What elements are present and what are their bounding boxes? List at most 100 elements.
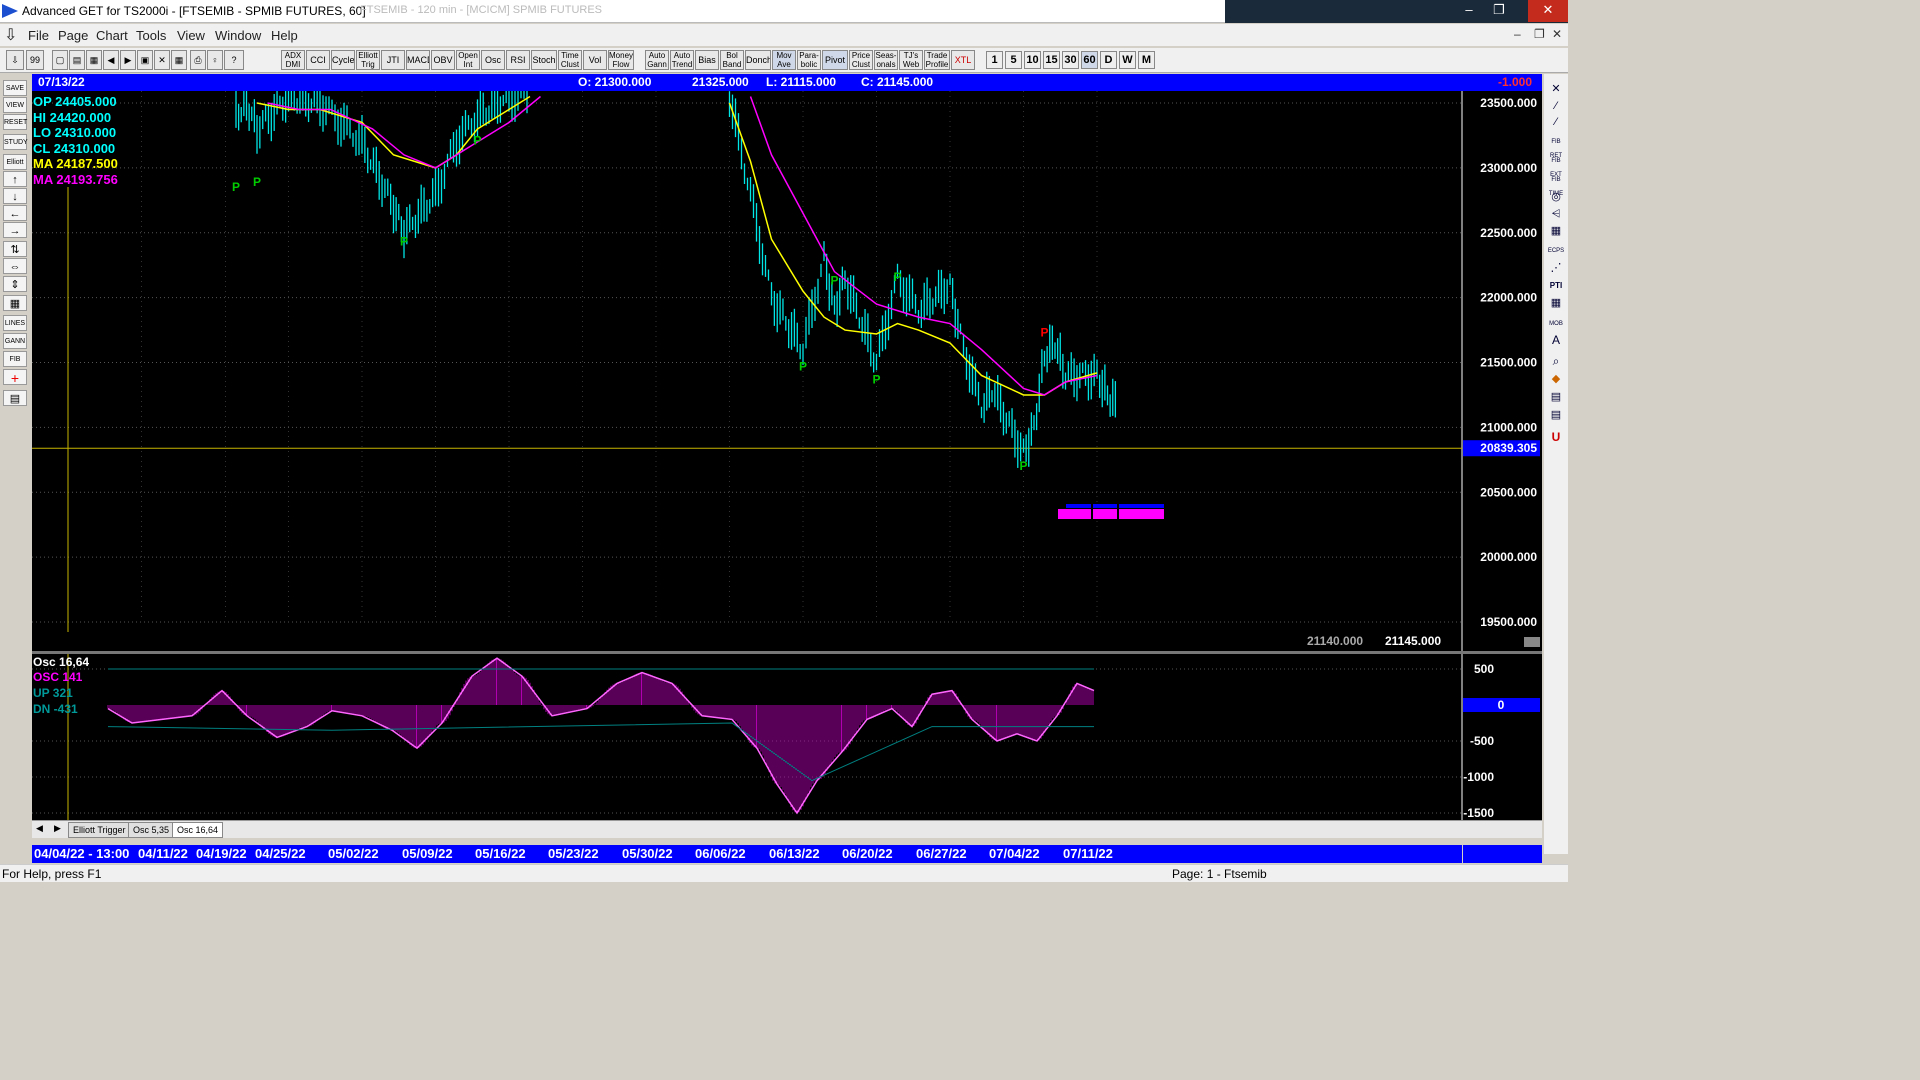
- close-button[interactable]: ✕: [1528, 0, 1568, 22]
- toolbar-time-clust-button[interactable]: Time Clust: [558, 50, 582, 70]
- toolbar-seasonals-button[interactable]: Seas-onals: [874, 50, 898, 70]
- toolbar-adx-dmi-button[interactable]: ADX DMI: [281, 50, 305, 70]
- toolbar-jti-button[interactable]: JTI: [381, 50, 405, 70]
- mdi-close-button[interactable]: ✕: [1552, 27, 1562, 41]
- layout-icon[interactable]: ▦: [86, 50, 102, 70]
- toolbar-rsi-button[interactable]: RSI: [506, 50, 530, 70]
- box-tool-icon[interactable]: ▦: [1547, 224, 1565, 238]
- study-tool-icon[interactable]: STUDY: [3, 134, 28, 150]
- mdi-restore-button[interactable]: ❐: [1534, 27, 1545, 41]
- menu-window[interactable]: Window: [215, 28, 261, 43]
- toolbar-osc-button[interactable]: Osc: [481, 50, 505, 70]
- toolbar-elliott-trig-button[interactable]: Elliott Trig: [356, 50, 380, 70]
- tab-prev-button[interactable]: ◀: [36, 823, 43, 834]
- timeframe-w-button[interactable]: W: [1119, 51, 1136, 69]
- toolbar-trade-profile-button[interactable]: Trade Profile: [924, 50, 950, 70]
- ecps-tool-icon[interactable]: ECPS: [1547, 244, 1565, 258]
- copy-icon[interactable]: ▤: [69, 50, 85, 70]
- tab-osc-5-35[interactable]: Osc 5,35: [128, 822, 175, 838]
- report-tool-icon[interactable]: ▤: [1547, 390, 1565, 404]
- reset-tool-icon[interactable]: RESET: [3, 114, 27, 130]
- arrow-right-icon[interactable]: →: [3, 222, 27, 238]
- menu-chart[interactable]: Chart: [96, 28, 128, 43]
- toolbar-auto-gann-button[interactable]: Auto Gann: [645, 50, 669, 70]
- delete-tool-icon[interactable]: ✕: [1547, 82, 1565, 96]
- grid-icon[interactable]: ▦: [171, 50, 187, 70]
- arrow-up-icon[interactable]: ↑: [3, 171, 27, 187]
- menu-page[interactable]: Page: [58, 28, 88, 43]
- scale-horizontal-icon[interactable]: ⇔: [3, 258, 27, 274]
- tab-osc-16-64[interactable]: Osc 16,64: [172, 822, 224, 838]
- new-page-icon[interactable]: ▢: [52, 50, 68, 70]
- fib-time-icon[interactable]: FIB TIME: [1547, 173, 1565, 197]
- timeframe-d-button[interactable]: D: [1100, 51, 1117, 69]
- toolbar-auto-trend-button[interactable]: Auto Trend: [670, 50, 694, 70]
- forward-icon[interactable]: ▶: [120, 50, 136, 70]
- pti-tool-icon[interactable]: PTI: [1547, 279, 1565, 293]
- back-icon[interactable]: ◀: [103, 50, 119, 70]
- timeframe-5-button[interactable]: 5: [1005, 51, 1022, 69]
- toolbar-bol-band-button[interactable]: Bol Band: [720, 50, 744, 70]
- menu-tools[interactable]: Tools: [136, 28, 166, 43]
- tab-elliott-trigger[interactable]: Elliott Trigger: [68, 822, 131, 838]
- save-tool-icon[interactable]: SAVE: [3, 80, 27, 96]
- minimize-button[interactable]: –: [1454, 0, 1484, 22]
- toolbar-obv-button[interactable]: OBV: [431, 50, 455, 70]
- menu-view[interactable]: View: [177, 28, 205, 43]
- toolbar-stoch-button[interactable]: Stoch: [531, 50, 557, 70]
- pointer-icon[interactable]: ⇩: [6, 50, 24, 70]
- toolbar-pivot-button[interactable]: Pivot: [822, 50, 848, 70]
- fib-ext-icon[interactable]: FIB EXT: [1547, 154, 1565, 178]
- toolbar-cci-button[interactable]: CCI: [306, 50, 330, 70]
- toolbar-parabolic-button[interactable]: Para-bolic: [797, 50, 821, 70]
- quote-icon[interactable]: 99: [26, 50, 44, 70]
- arrow-down-icon[interactable]: ↓: [3, 188, 27, 204]
- toolbar-price-clust-button[interactable]: Price Clust: [849, 50, 873, 70]
- toolbar-tjs-web-button[interactable]: TJ's Web: [899, 50, 923, 70]
- view-tool-icon[interactable]: VIEW: [3, 97, 27, 113]
- toolbar-xtl-button[interactable]: XTL: [951, 50, 975, 70]
- magnet-tool-icon[interactable]: U: [1547, 430, 1565, 444]
- pen-tool-icon[interactable]: ⁄: [1547, 115, 1565, 129]
- elliott-tool-icon[interactable]: Elliott: [3, 154, 27, 170]
- lines-tool-icon[interactable]: LINES: [3, 315, 27, 331]
- zoom-tool-icon[interactable]: ⌕: [1547, 354, 1565, 368]
- timeframe-15-button[interactable]: 15: [1043, 51, 1060, 69]
- scale-vertical-icon[interactable]: ⇅: [3, 241, 27, 257]
- toolbar-money-flow-button[interactable]: Money Flow: [608, 50, 634, 70]
- oscillator-pane[interactable]: 500 -500 -1000 -1500 0 Osc 16,64 OSC 141 UP …: [32, 654, 1542, 820]
- toolbar-mov-ave-button[interactable]: Mov Ave: [772, 50, 796, 70]
- trendline-icon[interactable]: ⁄: [1547, 99, 1565, 113]
- menu-file[interactable]: File: [28, 28, 49, 43]
- menu-help[interactable]: Help: [271, 28, 298, 43]
- fib-tool-icon[interactable]: FIB: [3, 351, 27, 367]
- toolbar-bias-button[interactable]: Bias: [695, 50, 719, 70]
- channel-tool-icon[interactable]: ⋰: [1547, 261, 1565, 275]
- toolbar-open-int-button[interactable]: Open Int: [456, 50, 480, 70]
- print-icon[interactable]: ⎙: [190, 50, 206, 70]
- arrow-left-icon[interactable]: ←: [3, 205, 27, 221]
- circle-tool-icon[interactable]: ◎: [1547, 190, 1565, 204]
- cancel-icon[interactable]: ✕: [154, 50, 170, 70]
- price-chart[interactable]: 23500.000 23000.000 22500.000 22000.000 2150…: [32, 91, 1542, 651]
- fan-tool-icon[interactable]: ⩤: [1547, 207, 1565, 221]
- window-icon[interactable]: ▣: [137, 50, 153, 70]
- notes-tool-icon[interactable]: ▤: [1547, 408, 1565, 422]
- timeframe-30-button[interactable]: 30: [1062, 51, 1079, 69]
- grid-tool-icon[interactable]: ▦: [3, 295, 27, 311]
- help-icon[interactable]: ?: [224, 50, 244, 70]
- timeframe-60-button[interactable]: 60: [1081, 51, 1098, 69]
- toolbar-cycles-button[interactable]: Cycles: [331, 50, 355, 70]
- gann-tool-icon[interactable]: GANN: [3, 333, 27, 349]
- timeframe-m-button[interactable]: M: [1138, 51, 1155, 69]
- bulb-icon[interactable]: ♀: [207, 50, 223, 70]
- tab-next-button[interactable]: ▶: [54, 823, 61, 834]
- toolbar-donch-button[interactable]: Donch: [745, 50, 771, 70]
- toolbar-macd-button[interactable]: MACD: [406, 50, 430, 70]
- fib-ret-icon[interactable]: FIB RET: [1547, 135, 1565, 159]
- marker-tool-icon[interactable]: ◆: [1547, 372, 1565, 386]
- mdi-minimize-button[interactable]: –: [1514, 27, 1521, 41]
- mob-tool-icon[interactable]: MOB: [1547, 317, 1565, 331]
- timeframe-10-button[interactable]: 10: [1024, 51, 1041, 69]
- maximize-button[interactable]: ❐: [1484, 0, 1514, 22]
